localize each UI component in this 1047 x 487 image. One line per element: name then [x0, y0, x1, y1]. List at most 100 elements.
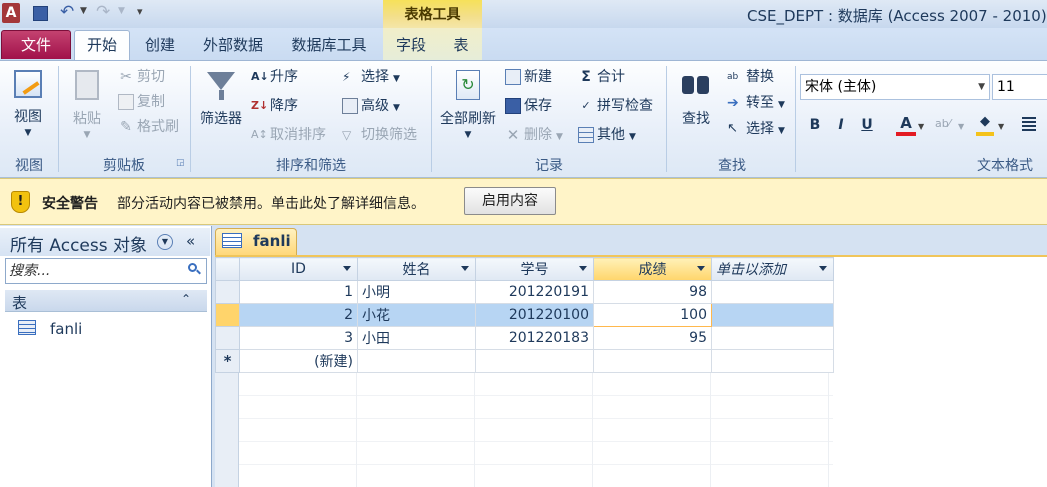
- cell-empty[interactable]: [711, 303, 834, 327]
- goto-arrow-icon: ➔: [727, 95, 739, 111]
- column-header-student-number[interactable]: 学号: [475, 257, 594, 281]
- select-button[interactable]: ↖ 选择 ▼: [727, 118, 785, 140]
- collapse-category-icon[interactable]: ⌃: [181, 292, 191, 306]
- nav-item-fanli[interactable]: fanli: [14, 316, 204, 342]
- font-color-button[interactable]: A: [896, 114, 916, 136]
- cell-empty[interactable]: [357, 349, 476, 373]
- nav-pane-title[interactable]: 所有 Access 对象: [10, 231, 147, 256]
- toggle-filter-button: ▽ 切换筛选: [342, 127, 417, 143]
- highlight-dropdown-icon[interactable]: ▼: [958, 122, 964, 131]
- tab-external-data[interactable]: 外部数据: [194, 31, 272, 59]
- select-all-corner[interactable]: [215, 257, 240, 281]
- grid-filler-column: [215, 373, 239, 487]
- table-row[interactable]: 1 小明 201220191 98: [215, 280, 834, 304]
- column-sort-dropdown-icon[interactable]: [697, 266, 705, 271]
- cell-student-number[interactable]: 201220100: [475, 303, 594, 327]
- replace-button[interactable]: ab 替换: [727, 66, 774, 88]
- filter-button[interactable]: 筛选器: [196, 68, 246, 150]
- column-sort-dropdown-icon[interactable]: [461, 266, 469, 271]
- more-button[interactable]: 其他 ▼: [578, 124, 636, 146]
- column-sort-dropdown-icon[interactable]: [343, 266, 351, 271]
- spelling-button[interactable]: ✓ 拼写检查: [578, 95, 653, 117]
- column-header-id[interactable]: ID: [239, 257, 358, 281]
- column-add-dropdown-icon[interactable]: [819, 266, 827, 271]
- group-label-records: 记录: [535, 158, 563, 174]
- search-icon[interactable]: [187, 262, 201, 276]
- column-header-score[interactable]: 成绩: [593, 257, 712, 281]
- bold-button[interactable]: B: [806, 117, 824, 133]
- cell-empty[interactable]: [711, 280, 834, 304]
- goto-button[interactable]: ➔ 转至 ▼: [727, 92, 785, 114]
- advanced-filter-button[interactable]: 高级 ▼: [342, 95, 400, 117]
- tab-table[interactable]: 表: [443, 31, 479, 59]
- access-logo-icon[interactable]: A: [2, 3, 20, 23]
- cell-name[interactable]: 小田: [357, 326, 476, 350]
- brush-icon: ✎: [120, 119, 132, 135]
- new-record-button[interactable]: 新建: [505, 66, 552, 88]
- cell-empty[interactable]: [711, 326, 834, 350]
- cell-student-number[interactable]: 201220183: [475, 326, 594, 350]
- clipboard-dialog-launcher-icon[interactable]: ◲: [176, 158, 185, 168]
- cell-score[interactable]: 98: [593, 280, 712, 304]
- save-icon[interactable]: [33, 6, 48, 21]
- undo-dropdown-icon[interactable]: ▼: [80, 6, 87, 16]
- font-size-combo[interactable]: 11: [992, 74, 1047, 100]
- cell-name[interactable]: 小花: [357, 303, 476, 327]
- cell-id[interactable]: 2: [239, 303, 358, 327]
- cell-score[interactable]: 95: [593, 326, 712, 350]
- nav-shutter-close-icon[interactable]: «: [186, 232, 195, 250]
- tab-create[interactable]: 创建: [136, 31, 184, 59]
- record-selector-current[interactable]: [215, 303, 240, 327]
- record-selector[interactable]: [215, 326, 240, 350]
- cell-new-id[interactable]: (新建): [239, 349, 358, 373]
- datasheet-table: ID 姓名 学号 成绩 单击以添加 1 小明 201220191 98 2 小花…: [215, 257, 834, 373]
- align-left-icon[interactable]: [1022, 117, 1036, 131]
- cell-empty[interactable]: [711, 349, 834, 373]
- cell-name[interactable]: 小明: [357, 280, 476, 304]
- cell-id[interactable]: 3: [239, 326, 358, 350]
- nav-category-tables[interactable]: [5, 290, 207, 312]
- tab-field[interactable]: 字段: [389, 31, 433, 59]
- cell-id[interactable]: 1: [239, 280, 358, 304]
- new-record-row[interactable]: * (新建): [215, 349, 834, 373]
- column-header-click-to-add[interactable]: 单击以添加: [711, 257, 834, 281]
- customize-qat-icon[interactable]: ▾: [137, 5, 143, 18]
- tab-home[interactable]: 开始: [74, 30, 130, 61]
- fill-color-dropdown-icon[interactable]: ▼: [998, 122, 1004, 131]
- refresh-all-button[interactable]: ↻ 全部刷新 ▼: [436, 68, 500, 150]
- save-record-button[interactable]: 保存: [505, 95, 552, 117]
- new-record-marker[interactable]: *: [215, 349, 240, 373]
- italic-button[interactable]: I: [832, 117, 850, 133]
- tab-database-tools[interactable]: 数据库工具: [282, 31, 376, 59]
- sort-descending-icon: Z↓: [251, 99, 269, 112]
- totals-button[interactable]: Σ 合计: [578, 66, 625, 88]
- tab-file[interactable]: 文件: [1, 30, 71, 59]
- group-label-sort-filter: 排序和筛选: [276, 158, 346, 174]
- cell-score-editing[interactable]: 100: [593, 303, 712, 327]
- record-selector[interactable]: [215, 280, 240, 304]
- enable-content-button[interactable]: 启用内容: [464, 187, 556, 215]
- underline-button[interactable]: U: [858, 117, 876, 133]
- undo-icon[interactable]: ↶: [60, 2, 74, 22]
- table-row[interactable]: 2 小花 201220100 100: [215, 303, 834, 327]
- group-separator: [666, 66, 667, 172]
- cell-student-number[interactable]: 201220191: [475, 280, 594, 304]
- column-sort-dropdown-icon[interactable]: [579, 266, 587, 271]
- font-name-combo[interactable]: 宋体 (主体) ▼: [800, 74, 990, 100]
- cell-empty[interactable]: [475, 349, 594, 373]
- sort-descending-button[interactable]: Z↓ 降序: [251, 95, 298, 117]
- window-title: CSE_DEPT : 数据库 (Access 2007 - 2010): [747, 7, 1047, 25]
- nav-menu-dropdown-icon[interactable]: ▼: [157, 234, 173, 250]
- highlight-button[interactable]: ab⁄: [935, 117, 951, 130]
- nav-search-input[interactable]: 搜索...: [5, 258, 207, 284]
- view-button[interactable]: 视图 ▼: [6, 68, 50, 150]
- cell-empty[interactable]: [593, 349, 712, 373]
- fill-color-button[interactable]: ◆: [976, 114, 994, 136]
- column-header-name[interactable]: 姓名: [357, 257, 476, 281]
- selection-filter-button[interactable]: ⚡ 选择 ▼: [342, 66, 400, 88]
- security-warning-message[interactable]: 部分活动内容已被禁用。单击此处了解详细信息。: [117, 193, 425, 213]
- table-row[interactable]: 3 小田 201220183 95: [215, 326, 834, 350]
- find-button[interactable]: 查找: [674, 68, 718, 150]
- font-color-dropdown-icon[interactable]: ▼: [918, 122, 924, 131]
- sort-ascending-button[interactable]: A↓升序: [251, 66, 298, 88]
